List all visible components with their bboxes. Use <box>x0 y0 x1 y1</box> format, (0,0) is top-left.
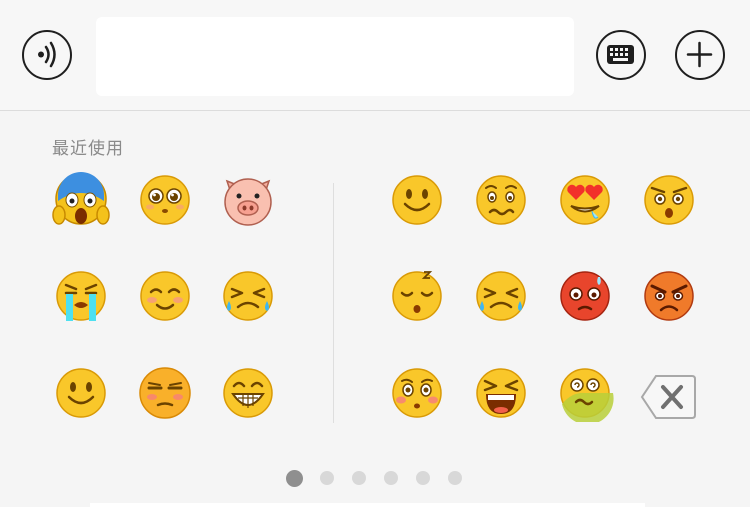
page-dot[interactable] <box>416 471 430 485</box>
backspace-icon <box>640 375 696 419</box>
emoji-panel <box>0 111 750 507</box>
shocked-emoji[interactable] <box>640 171 698 229</box>
page-dot[interactable] <box>384 471 398 485</box>
furious-emoji[interactable] <box>640 267 698 325</box>
dizzy-sick-emoji[interactable] <box>556 364 614 422</box>
page-dot[interactable] <box>320 471 334 485</box>
squint-tears-emoji[interactable] <box>219 267 277 325</box>
scream-emoji[interactable] <box>52 171 110 229</box>
squint-tears-emoji[interactable] <box>472 267 530 325</box>
pleading-emoji[interactable] <box>136 171 194 229</box>
bottom-tab-strip <box>90 503 645 507</box>
flushed-emoji[interactable] <box>388 364 446 422</box>
keyboard-icon <box>607 45 634 64</box>
smile-emoji[interactable] <box>388 171 446 229</box>
grin-emoji[interactable] <box>219 364 277 422</box>
blushing-smile-emoji[interactable] <box>136 267 194 325</box>
recent-section-label: 最近使用 <box>52 139 124 159</box>
awkward-emoji[interactable] <box>472 171 530 229</box>
plus-icon <box>686 41 713 68</box>
voice-button[interactable] <box>22 30 72 80</box>
pig-face-emoji[interactable] <box>219 171 277 229</box>
sleepy-emoji[interactable] <box>388 267 446 325</box>
keyboard-button[interactable] <box>596 30 646 80</box>
angry-red-emoji[interactable] <box>556 267 614 325</box>
plus-button[interactable] <box>675 30 725 80</box>
backspace-button[interactable] <box>640 368 698 426</box>
screaming-emoji[interactable] <box>472 364 530 422</box>
page-dot[interactable] <box>448 471 462 485</box>
crying-tears-emoji[interactable] <box>52 267 110 325</box>
message-input[interactable] <box>96 17 574 96</box>
chat-input-bar <box>0 0 750 111</box>
heart-eyes-emoji[interactable] <box>556 171 614 229</box>
section-divider <box>333 183 334 423</box>
smile-emoji[interactable] <box>52 364 110 422</box>
page-dot[interactable] <box>352 471 366 485</box>
page-dot-active[interactable] <box>286 470 303 487</box>
voice-icon <box>38 41 56 68</box>
unamused-emoji[interactable] <box>136 364 194 422</box>
